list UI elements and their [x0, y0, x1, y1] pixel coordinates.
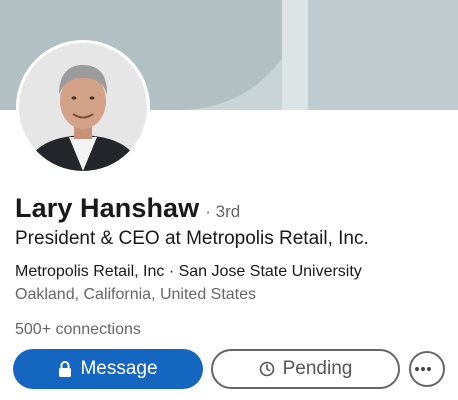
profile-avatar[interactable]: [16, 40, 150, 174]
clock-icon: [259, 361, 274, 377]
profile-name: Lary Hanshaw: [15, 193, 200, 223]
connections-count[interactable]: 500+ connections: [15, 321, 141, 339]
ellipsis-icon: [415, 367, 431, 371]
name-row: Lary Hanshaw · 3rd: [15, 193, 240, 224]
connection-degree: · 3rd: [205, 202, 241, 221]
profile-location: Oakland, California, United States: [15, 286, 257, 303]
avatar-photo: [19, 43, 147, 171]
profile-headline: President & CEO at Metropolis Retail, In…: [15, 228, 369, 249]
pending-label: Pending: [282, 358, 353, 379]
more-button[interactable]: [409, 351, 445, 387]
company-education[interactable]: Metropolis Retail, Inc · San Jose State …: [15, 263, 362, 281]
lock-icon: [59, 361, 72, 377]
pending-button[interactable]: Pending: [211, 349, 400, 389]
banner-shape-right: [308, 0, 458, 110]
message-label: Message: [80, 358, 158, 379]
message-button[interactable]: Message: [13, 349, 203, 389]
